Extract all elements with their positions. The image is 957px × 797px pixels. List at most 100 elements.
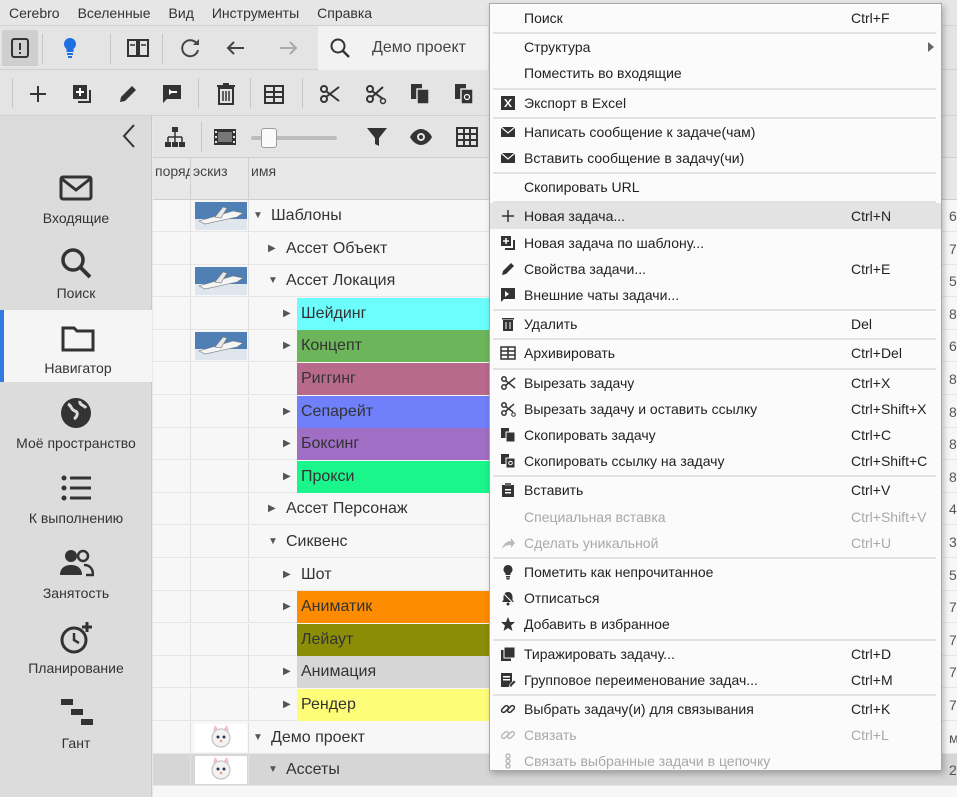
alert-button[interactable] xyxy=(2,30,38,66)
context-menu-item[interactable]: Вставить сообщение в задачу(чи) xyxy=(490,145,941,171)
delete-button[interactable] xyxy=(208,76,244,112)
context-menu-item[interactable]: Пометить как непрочитанное xyxy=(490,559,941,585)
add-template-button[interactable] xyxy=(64,76,100,112)
context-menu-item[interactable]: Скопировать URL xyxy=(490,174,941,200)
column-header-order[interactable]: поряд xyxy=(153,158,191,200)
context-menu-item[interactable]: Структура xyxy=(490,34,941,60)
task-name[interactable]: Лейаут xyxy=(297,623,507,656)
cut-link-button[interactable] xyxy=(358,76,394,112)
sidebar-item-globe[interactable]: Моё пространство xyxy=(0,385,152,457)
book-button[interactable] xyxy=(120,30,156,66)
context-menu-item[interactable]: Новая задача... Ctrl+N xyxy=(490,203,941,230)
menu-1[interactable]: Вселенные xyxy=(69,0,160,26)
task-name[interactable]: Аниматик xyxy=(297,591,507,624)
bulb-button[interactable] xyxy=(52,30,88,66)
back-button[interactable] xyxy=(218,30,254,66)
refresh-button[interactable] xyxy=(172,30,208,66)
task-name[interactable]: Сепарейт xyxy=(297,395,507,428)
sidebar-item-mail[interactable]: Входящие xyxy=(0,160,152,232)
task-name[interactable]: Ассет Объект xyxy=(282,233,387,265)
structure-view-button[interactable] xyxy=(157,119,193,155)
expand-arrow-icon[interactable]: ▶ xyxy=(283,591,295,623)
expand-arrow-icon[interactable]: ▶ xyxy=(268,493,280,525)
task-name[interactable]: Рендер xyxy=(297,689,507,721)
forward-button[interactable] xyxy=(270,30,306,66)
task-name[interactable]: Ассет Локация xyxy=(282,265,395,297)
cut-button[interactable] xyxy=(312,76,348,112)
expand-arrow-icon[interactable]: ▶ xyxy=(283,559,295,591)
expand-arrow-icon[interactable]: ▶ xyxy=(283,689,295,721)
archive-button[interactable] xyxy=(256,76,292,112)
task-name[interactable]: Сиквенс xyxy=(282,526,348,558)
sidebar-item-clock-plus[interactable]: Планирование xyxy=(0,610,152,682)
expand-arrow-icon[interactable]: ▶ xyxy=(283,428,295,460)
task-name[interactable]: Ассет Персонаж xyxy=(282,493,408,525)
context-menu-item[interactable]: Групповое переименование задач... Ctrl+M xyxy=(490,667,941,693)
slider-knob[interactable] xyxy=(261,128,277,148)
filter-button[interactable] xyxy=(359,119,395,155)
context-menu-item[interactable]: Скопировать задачу Ctrl+C xyxy=(490,422,941,448)
sidebar-item-folder[interactable]: Навигатор xyxy=(0,310,152,382)
collapse-arrow-icon[interactable]: ▼ xyxy=(253,722,265,754)
collapse-sidebar-icon[interactable] xyxy=(118,122,140,150)
context-menu-item[interactable]: Добавить в избранное xyxy=(490,611,941,637)
context-menu-item[interactable]: Новая задача по шаблону... xyxy=(490,230,941,256)
collapse-arrow-icon[interactable]: ▼ xyxy=(268,265,280,297)
copy-button[interactable] xyxy=(402,76,438,112)
edit-button[interactable] xyxy=(110,76,146,112)
task-name[interactable]: Концепт xyxy=(297,330,507,363)
context-menu-item[interactable]: Выбрать задачу(и) для связывания Ctrl+K xyxy=(490,696,941,722)
columns-button[interactable] xyxy=(449,119,485,155)
task-name[interactable]: Боксинг xyxy=(297,428,507,461)
task-name[interactable]: Шейдинг xyxy=(297,297,507,330)
sidebar-item-people[interactable]: Занятость xyxy=(0,535,152,607)
context-menu-item[interactable]: Удалить Del xyxy=(490,311,941,337)
expand-arrow-icon[interactable]: ▶ xyxy=(283,298,295,330)
menu-2[interactable]: Вид xyxy=(160,0,203,26)
copy-link-button[interactable] xyxy=(446,76,482,112)
expand-arrow-icon[interactable]: ▶ xyxy=(268,233,280,265)
task-name[interactable]: Риггинг xyxy=(297,363,507,395)
menu-3[interactable]: Инструменты xyxy=(203,0,308,26)
context-menu-item[interactable]: Тиражировать задачу... Ctrl+D xyxy=(490,641,941,667)
menu-0[interactable]: Cerebro xyxy=(0,0,69,26)
filmstrip-button[interactable] xyxy=(207,119,243,155)
task-name[interactable]: Демо проект xyxy=(267,722,365,754)
context-menu-item[interactable]: Написать сообщение к задаче(чам) xyxy=(490,119,941,145)
add-task-button[interactable] xyxy=(20,76,56,112)
context-menu-item[interactable]: Вставить Ctrl+V xyxy=(490,477,941,503)
collapse-arrow-icon[interactable]: ▼ xyxy=(253,200,265,232)
expand-arrow-icon[interactable]: ▶ xyxy=(283,396,295,428)
column-header-thumbnail[interactable]: эскиз xyxy=(191,158,249,200)
context-menu-item[interactable]: Свойства задачи... Ctrl+E xyxy=(490,256,941,282)
task-name[interactable]: Шот xyxy=(297,559,332,591)
menu-4[interactable]: Справка xyxy=(308,0,381,26)
order-cell xyxy=(153,526,191,558)
expand-arrow-icon[interactable]: ▶ xyxy=(283,330,295,362)
menu-item-label: Тиражировать задачу... xyxy=(524,645,675,662)
chat-button[interactable] xyxy=(154,76,190,112)
sidebar-item-search[interactable]: Поиск xyxy=(0,235,152,307)
task-name[interactable]: Шаблоны xyxy=(267,200,342,232)
collapse-arrow-icon[interactable]: ▼ xyxy=(268,526,280,558)
task-name[interactable]: Анимация xyxy=(297,656,507,689)
task-name[interactable]: Прокси xyxy=(297,460,507,493)
context-menu-item[interactable]: Внешние чаты задачи... xyxy=(490,282,941,308)
context-menu-item[interactable]: Поместить во входящие xyxy=(490,60,941,86)
context-menu-item[interactable]: Отписаться xyxy=(490,585,941,611)
context-menu-item[interactable]: Вырезать задачу Ctrl+X xyxy=(490,370,941,396)
visibility-button[interactable] xyxy=(403,119,439,155)
sidebar-item-list[interactable]: К выполнению xyxy=(0,460,152,532)
menu-item-shortcut: Ctrl+L xyxy=(851,727,889,744)
context-menu-item[interactable]: Экспорт в Excel xyxy=(490,90,941,116)
collapse-arrow-icon[interactable]: ▼ xyxy=(268,754,280,786)
expand-arrow-icon[interactable]: ▶ xyxy=(283,461,295,493)
context-menu-item[interactable]: Архивировать Ctrl+Del xyxy=(490,340,941,366)
expand-arrow-icon[interactable]: ▶ xyxy=(283,656,295,688)
context-menu-item[interactable]: Поиск Ctrl+F xyxy=(490,5,941,31)
context-menu-item[interactable]: Скопировать ссылку на задачу Ctrl+Shift+C xyxy=(490,448,941,474)
context-menu-item[interactable]: Вырезать задачу и оставить ссылку Ctrl+Sh… xyxy=(490,396,941,422)
sidebar-item-gantt[interactable]: Гант xyxy=(0,685,152,757)
task-name[interactable]: Ассеты xyxy=(282,754,340,786)
project-search-button[interactable]: Демо проект xyxy=(318,26,488,70)
